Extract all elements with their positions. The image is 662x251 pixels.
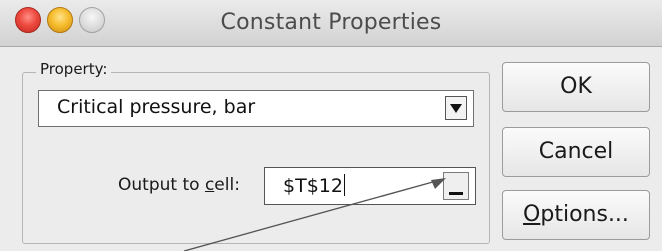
property-select-value: Critical pressure, bar (57, 96, 256, 118)
ok-button[interactable]: OK (502, 62, 650, 112)
window-title: Constant Properties (220, 10, 442, 35)
output-cell-value: $T$12 (283, 174, 345, 197)
options-label-rest: ptions... (540, 202, 629, 227)
output-cell-text: $T$12 (283, 175, 343, 197)
cancel-button[interactable]: Cancel (502, 127, 650, 177)
output-cell-input[interactable]: $T$12 (264, 167, 476, 205)
options-button[interactable]: Options... (502, 190, 650, 240)
output-label-suffix: ell: (214, 175, 240, 195)
options-mnemonic: O (523, 202, 541, 227)
text-caret (343, 174, 345, 196)
chevron-down-icon[interactable] (445, 96, 467, 120)
property-group-label: Property: (36, 60, 112, 78)
collapse-dialog-icon[interactable] (443, 172, 469, 200)
output-label-mnemonic: c (204, 175, 215, 195)
output-cell-label: Output to cell: (118, 175, 240, 195)
title-bar[interactable]: Constant Properties (0, 0, 662, 47)
output-label-prefix: Output to (118, 175, 205, 195)
dialog-window: Constant Properties Property: Critical p… (0, 0, 662, 251)
property-select[interactable]: Critical pressure, bar (38, 90, 474, 127)
